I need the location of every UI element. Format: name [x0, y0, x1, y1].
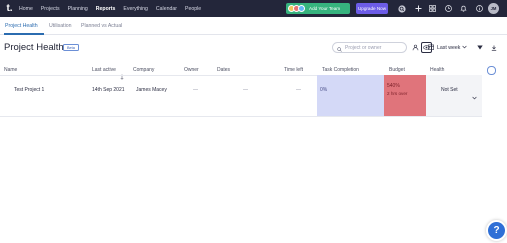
nav-item-reports[interactable]: Reports [96, 6, 116, 12]
report-tabs: Project Health Utilisation Planned vs Ac… [0, 17, 507, 35]
team-avatar-icon [298, 5, 305, 12]
row-divider [0, 116, 482, 117]
download-icon[interactable] [488, 42, 499, 53]
company-value: James Macey [136, 87, 167, 93]
nav-item-everything[interactable]: Everything [123, 6, 148, 12]
budget-overrun: 2 hrs over [387, 91, 408, 96]
period-select[interactable]: Last week [428, 42, 467, 53]
project-search[interactable] [332, 42, 407, 53]
search-icon[interactable] [397, 3, 407, 14]
search-icon [337, 39, 342, 57]
page-title: Project Health [4, 42, 64, 53]
nav-item-calendar[interactable]: Calendar [156, 6, 177, 12]
health-status: Not Set [441, 87, 458, 93]
time-left-value: — [296, 87, 301, 93]
nav-item-planning[interactable]: Planning [68, 6, 88, 12]
app-logo[interactable]: t. [3, 0, 16, 17]
column-header-health[interactable]: Health [430, 67, 444, 73]
period-label: Last week [437, 44, 461, 51]
column-header-time-left[interactable]: Time left [284, 67, 303, 73]
top-nav-bar: t. Home Projects Planning Reports Everyt… [0, 0, 507, 17]
tab-utilisation[interactable]: Utilisation [49, 23, 72, 29]
help-button[interactable]: ? [488, 222, 505, 239]
column-header-name[interactable]: Name [4, 67, 17, 73]
chevron-down-icon [462, 45, 467, 51]
people-filter-button[interactable] [410, 42, 421, 53]
owner-value: — [193, 87, 198, 93]
column-header-budget[interactable]: Budget [389, 67, 405, 73]
plus-icon[interactable] [413, 3, 423, 14]
sort-arrow-icon[interactable] [120, 67, 124, 85]
filter-icon[interactable] [474, 42, 485, 53]
column-header-task-completion[interactable]: Task Completion [322, 67, 359, 73]
main-nav: Home Projects Planning Reports Everythin… [19, 6, 209, 12]
calendar-icon [428, 44, 434, 52]
upgrade-button[interactable]: Upgrade Now [356, 3, 388, 14]
dates-value: — [243, 87, 248, 93]
clock-icon[interactable] [443, 3, 453, 14]
active-tab-indicator [4, 33, 44, 35]
task-completion-value: 0% [320, 87, 328, 93]
last-active-value: 14th Sep 2021 [92, 87, 125, 93]
tab-project-health[interactable]: Project Health [5, 23, 38, 29]
budget-percent: 540% [387, 83, 400, 89]
info-icon[interactable] [474, 3, 484, 14]
chevron-down-icon[interactable] [472, 87, 477, 105]
column-header-last-active[interactable]: Last active [92, 67, 116, 73]
add-team-button[interactable]: Add Your Team [286, 3, 350, 14]
tab-planned-vs-actual[interactable]: Planned vs Actual [81, 23, 122, 29]
user-avatar[interactable]: JM [488, 3, 499, 14]
column-header-company[interactable]: Company [133, 67, 154, 73]
add-team-label: Add Your Team [309, 6, 341, 11]
nav-item-projects[interactable]: Projects [41, 6, 60, 12]
nav-item-home[interactable]: Home [19, 6, 33, 12]
help-icon: ? [493, 225, 500, 236]
column-settings-icon[interactable] [487, 66, 496, 75]
project-name[interactable]: Test Project 1 [14, 87, 44, 93]
nav-item-people[interactable]: People [185, 6, 201, 12]
bell-icon[interactable] [458, 3, 468, 14]
beta-badge: Beta [63, 44, 79, 51]
column-header-owner[interactable]: Owner [184, 67, 199, 73]
search-input[interactable] [345, 44, 405, 51]
grid-icon[interactable] [427, 3, 437, 14]
task-completion-cell [317, 75, 384, 116]
column-header-dates[interactable]: Dates [217, 67, 230, 73]
